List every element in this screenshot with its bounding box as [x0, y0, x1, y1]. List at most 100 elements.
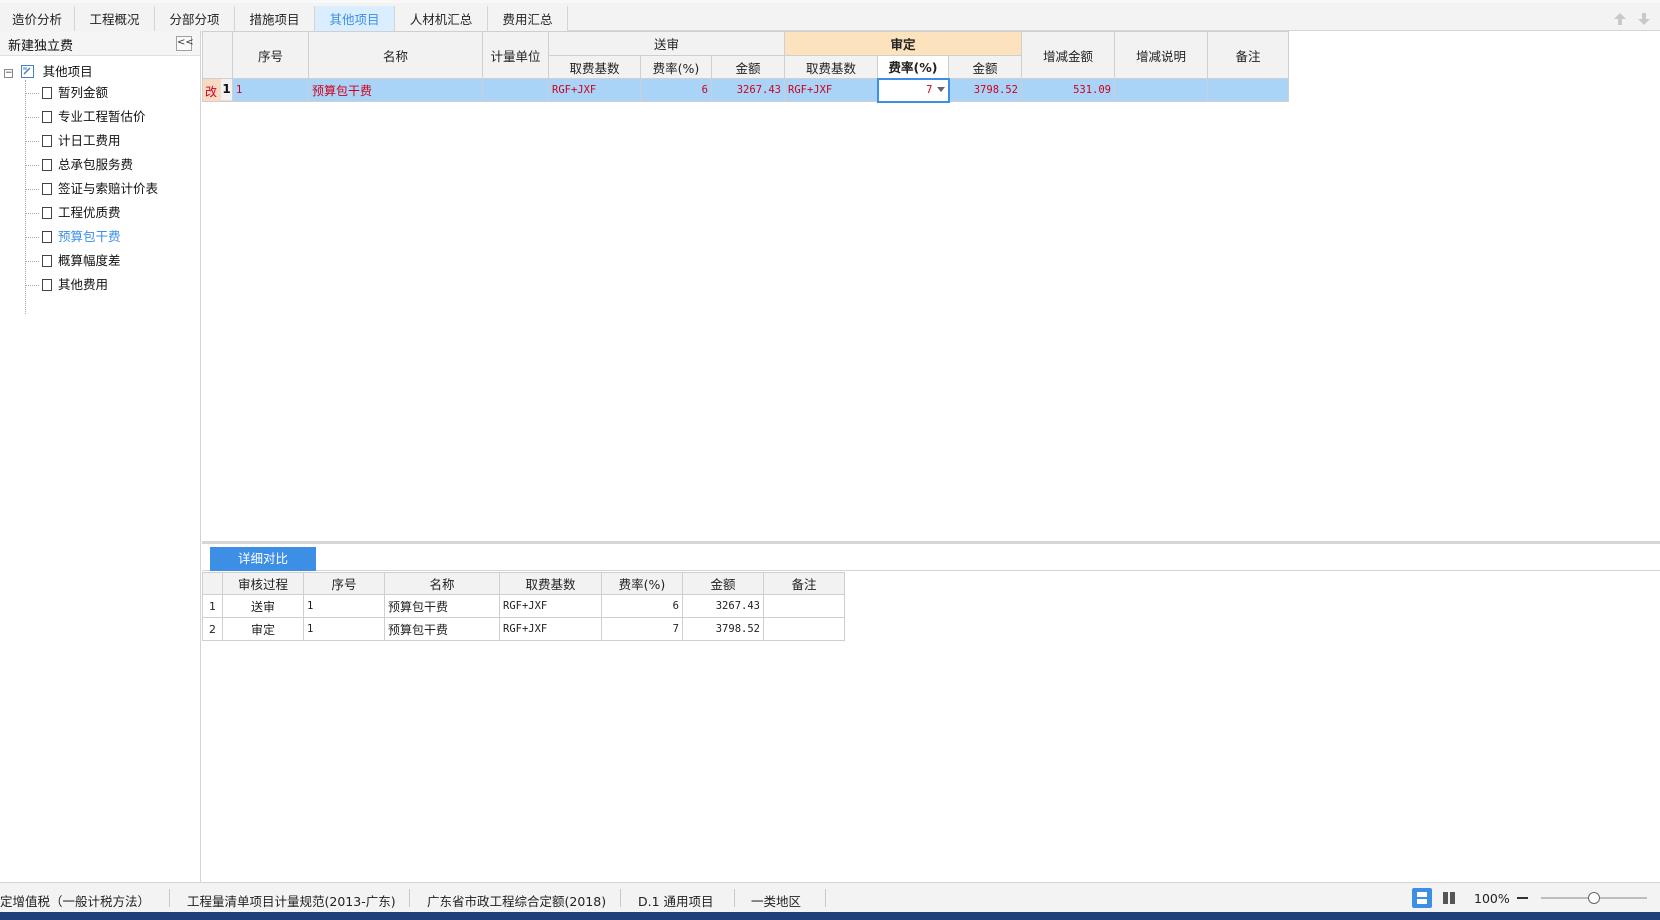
zoom-slider-thumb[interactable] [1588, 892, 1600, 904]
col-header-base[interactable]: 取费基数 [499, 572, 602, 595]
col-header-process[interactable]: 审核过程 [222, 572, 304, 595]
col-group-submitted: 送审 [548, 31, 785, 56]
table-row[interactable]: 1 送审 1 预算包干费 RGF+JXF 6 3267.43 [202, 594, 845, 618]
cell-sub-amount[interactable]: 3267.43 [711, 78, 785, 102]
tab-labor-material-summary[interactable]: 人材机汇总 [395, 6, 488, 34]
col-header-sub-amount[interactable]: 金额 [711, 55, 785, 79]
table-row[interactable]: 2 审定 1 预算包干费 RGF+JXF 7 3798.52 [202, 617, 845, 641]
col-header-app-base[interactable]: 取费基数 [784, 55, 878, 79]
dropdown-arrow-icon[interactable] [936, 87, 945, 92]
col-header-app-amount[interactable]: 金额 [948, 55, 1022, 79]
status-region[interactable]: 一类地区 [751, 891, 801, 910]
cell-remark[interactable] [763, 617, 845, 641]
document-icon [42, 255, 52, 267]
tree-guide-dot [25, 189, 39, 190]
status-chapter[interactable]: D.1 通用项目 [638, 891, 714, 910]
cell-rate[interactable]: 7 [601, 617, 683, 641]
new-standalone-fee-title[interactable]: 新建独立费 [8, 35, 73, 54]
cell-amount[interactable]: 3798.52 [682, 617, 764, 641]
col-header-unit[interactable]: 计量单位 [482, 31, 549, 79]
tree-guide-dot [25, 213, 39, 214]
col-header-seq[interactable]: 序号 [303, 572, 385, 595]
cell-base[interactable]: RGF+JXF [499, 617, 602, 641]
cell-diff-note[interactable] [1114, 78, 1208, 102]
tree-item-daywork[interactable]: 计日工费用 [42, 132, 121, 150]
tab-other-items[interactable]: 其他项目 [315, 6, 395, 34]
col-header-rate[interactable]: 费率(%) [601, 572, 683, 595]
cell-process[interactable]: 送审 [222, 594, 304, 618]
document-icon [42, 111, 52, 123]
zoom-level-text: 100% [1474, 891, 1510, 906]
cell-name[interactable]: 预算包干费 [384, 617, 500, 641]
col-header-sub-rate[interactable]: 费率(%) [640, 55, 712, 79]
cell-name[interactable]: 预算包干费 [384, 594, 500, 618]
view-single-icon[interactable] [1412, 888, 1432, 908]
status-bill-spec[interactable]: 工程量清单项目计量规范(2013-广东) [187, 891, 396, 910]
col-header-sub-base[interactable]: 取费基数 [548, 55, 641, 79]
tree-guide-line [25, 80, 26, 314]
col-header-name[interactable]: 名称 [384, 572, 500, 595]
table-row[interactable]: 改 1 1 预算包干费 RGF+JXF 6 3267.43 RGF+JXF 7 … [202, 77, 1289, 103]
cell-app-base[interactable]: RGF+JXF [784, 78, 878, 102]
cell-seq[interactable]: 1 [303, 594, 385, 618]
col-header-diff-note[interactable]: 增减说明 [1114, 31, 1208, 79]
cell-seq[interactable]: 1 [303, 617, 385, 641]
tree-item-provisional-sum[interactable]: 暂列金额 [42, 84, 108, 102]
move-down-icon[interactable] [1636, 12, 1652, 26]
col-group-approved: 审定 [784, 31, 1022, 56]
tree-item-general-contract-service[interactable]: 总承包服务费 [42, 156, 133, 174]
tree-item-budget-lump-sum[interactable]: 预算包干费 [42, 228, 121, 246]
tree-guide-dot [25, 93, 39, 94]
cell-amount[interactable]: 3267.43 [682, 594, 764, 618]
cell-sub-rate[interactable]: 6 [640, 78, 712, 102]
tree-item-quality-fee[interactable]: 工程优质费 [42, 204, 121, 222]
tab-measures[interactable]: 措施项目 [235, 6, 315, 34]
left-tree-panel: 新建独立费 << − 其他项目 暂列金额 专业工程暂估价 计日工费用 总承包服务… [0, 31, 201, 882]
tree-root-other-items[interactable]: − 其他项目 [4, 61, 93, 79]
document-icon [42, 207, 52, 219]
cell-rate[interactable]: 6 [601, 594, 683, 618]
document-icon [42, 159, 52, 171]
col-header-remark[interactable]: 备注 [1207, 31, 1289, 79]
cell-remark[interactable] [1207, 78, 1289, 102]
cell-process[interactable]: 审定 [222, 617, 304, 641]
col-header-name[interactable]: 名称 [308, 31, 483, 79]
zoom-out-icon[interactable] [1517, 897, 1528, 899]
detail-tab-strip: 详细对比 [202, 544, 1660, 571]
cell-app-rate-editor[interactable]: 7 [876, 77, 950, 103]
tree-item-estimate-margin[interactable]: 概算幅度差 [42, 252, 121, 270]
status-quota-library[interactable]: 广东省市政工程综合定额(2018) [427, 891, 606, 910]
cell-base[interactable]: RGF+JXF [499, 594, 602, 618]
tab-project-overview[interactable]: 工程概况 [75, 6, 155, 34]
tree-item-other-fees[interactable]: 其他费用 [42, 276, 108, 294]
collapse-panel-button[interactable]: << [176, 36, 194, 51]
cell-remark[interactable] [763, 594, 845, 618]
view-split-icon[interactable] [1439, 888, 1459, 908]
col-header-diff-amount[interactable]: 增减金额 [1021, 31, 1115, 79]
tab-sub-items[interactable]: 分部分项 [155, 6, 235, 34]
tree-item-specialty-estimate[interactable]: 专业工程暂估价 [42, 108, 146, 126]
tab-cost-analysis[interactable]: 造价分析 [0, 6, 75, 34]
cell-app-amount[interactable]: 3798.52 [948, 78, 1022, 102]
tree-guide-dot [25, 261, 39, 262]
tab-fee-summary[interactable]: 费用汇总 [488, 6, 568, 34]
cell-diff-amount[interactable]: 531.09 [1021, 78, 1115, 102]
cell-seq[interactable]: 1 [232, 78, 309, 102]
col-header-app-rate[interactable]: 费率(%) [877, 55, 949, 80]
col-header-seq[interactable]: 序号 [232, 31, 309, 79]
cell-unit[interactable] [482, 78, 549, 102]
col-header-remark[interactable]: 备注 [763, 572, 845, 595]
other-items-table: 序号 名称 计量单位 送审 审定 增减金额 增减说明 备注 取费基数 费率(%)… [202, 31, 1289, 103]
document-icon [42, 87, 52, 99]
document-icon [42, 279, 52, 291]
col-header-amount[interactable]: 金额 [682, 572, 764, 595]
tab-detail-compare[interactable]: 详细对比 [210, 547, 316, 571]
row-number: 1 [202, 594, 223, 618]
cell-sub-base[interactable]: RGF+JXF [548, 78, 641, 102]
tree-item-visa-claims[interactable]: 签证与索赔计价表 [42, 180, 158, 198]
move-up-icon[interactable] [1612, 12, 1628, 26]
zoom-slider[interactable] [1541, 892, 1647, 904]
cell-name[interactable]: 预算包干费 [308, 78, 483, 102]
status-divider [620, 889, 621, 907]
tree-collapse-toggle-icon[interactable]: − [4, 69, 13, 78]
